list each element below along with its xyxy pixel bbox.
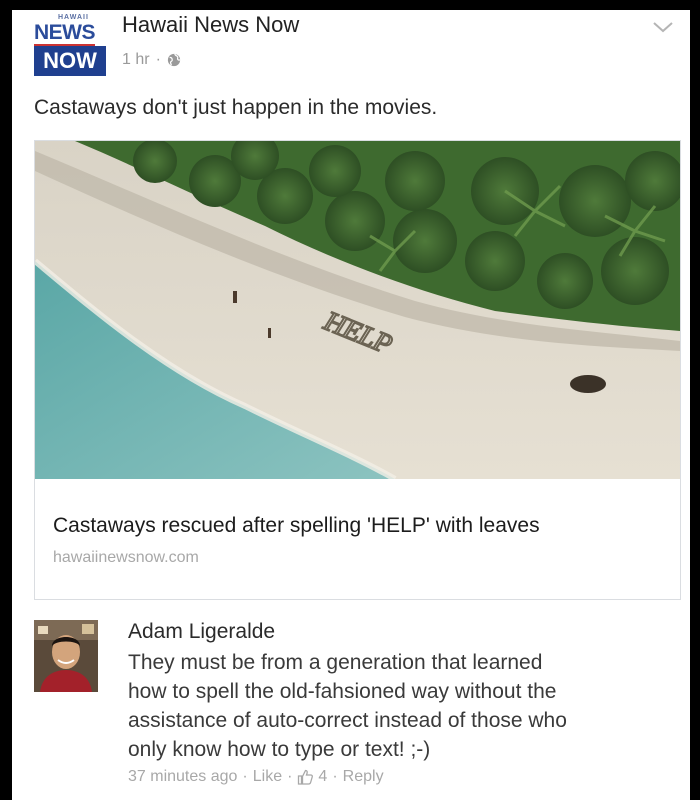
globe-icon — [167, 53, 181, 67]
like-link[interactable]: Like — [253, 768, 282, 786]
commenter-name[interactable]: Adam Ligeralde — [128, 620, 275, 644]
meta-separator: · — [155, 51, 161, 68]
avatar[interactable] — [34, 620, 98, 692]
post-time[interactable]: 1 hr — [122, 51, 150, 69]
post-text: Castaways don't just happen in the movie… — [34, 96, 438, 119]
comment-line: how to spell the old-fahsioned way witho… — [128, 680, 557, 703]
logo-now-text: NOW — [34, 46, 106, 76]
meta-separator: · — [332, 768, 338, 785]
beach-aerial-image[interactable]: HELP — [35, 141, 680, 479]
facebook-post: HAWAII NEWS NOW Hawaii News Now 1 hr · C… — [12, 10, 690, 800]
logo-small-text: HAWAII — [58, 14, 89, 21]
comment-meta: 37 minutes ago · Like · 4 · Reply — [128, 768, 384, 786]
page-name[interactable]: Hawaii News Now — [122, 12, 299, 38]
link-card-domain: hawaiinewsnow.com — [53, 549, 199, 566]
comment-line: only know how to type or text! ;-) — [128, 738, 431, 761]
comment-time[interactable]: 37 minutes ago — [128, 768, 237, 786]
link-card[interactable]: HELP Castaways rescued after spelling 'H… — [34, 140, 681, 600]
comment-line: They must be from a generation that lear… — [128, 651, 543, 674]
comment-line: assistance of auto-correct instead of th… — [128, 709, 567, 732]
reply-link[interactable]: Reply — [343, 768, 384, 786]
page-logo[interactable]: HAWAII NEWS NOW — [34, 14, 112, 78]
chevron-down-icon[interactable] — [652, 20, 674, 34]
thumbs-up-icon[interactable] — [297, 769, 314, 785]
comment-body: They must be from a generation that lear… — [128, 648, 668, 764]
link-card-title[interactable]: Castaways rescued after spelling 'HELP' … — [53, 514, 540, 538]
logo-news-text: NEWS — [34, 21, 96, 46]
meta-separator: · — [242, 768, 248, 785]
meta-separator: · — [287, 768, 293, 785]
like-count: 4 — [318, 768, 328, 785]
post-meta: 1 hr · — [122, 51, 181, 69]
